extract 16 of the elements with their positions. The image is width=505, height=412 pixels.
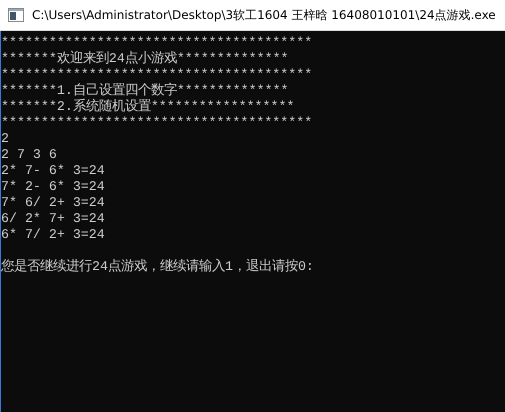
console-line: 6/ 2* 7+ 3=24 xyxy=(1,211,105,227)
console-line: *******2.系统随机设置****************** xyxy=(1,99,294,115)
console-line: 7* 2- 6* 3=24 xyxy=(1,179,105,195)
console-line: *************************************** xyxy=(1,67,312,82)
console-line: *******1.自己设置四个数字************** xyxy=(1,83,289,98)
console-line: 2 7 3 6 xyxy=(1,147,57,163)
console-line: 6* 7/ 2+ 3=24 xyxy=(1,227,105,243)
console-line: 2* 7- 6* 3=24 xyxy=(1,163,105,179)
console-line: 2 xyxy=(1,131,9,147)
console-line: 7* 6/ 2+ 3=24 xyxy=(1,195,105,211)
console-line: *************************************** xyxy=(1,35,312,50)
console-window-icon xyxy=(8,8,24,22)
console-prompt: 您是否继续进行24点游戏，继续请输入1，退出请按0: xyxy=(1,259,314,275)
console-line: *******欢迎来到24点小游戏************** xyxy=(1,51,289,67)
console-line: *************************************** xyxy=(1,115,312,131)
window-title: C:\Users\Administrator\Desktop\3软工1604 王梓晗 16408010101\24点游戏.exe xyxy=(32,7,496,24)
